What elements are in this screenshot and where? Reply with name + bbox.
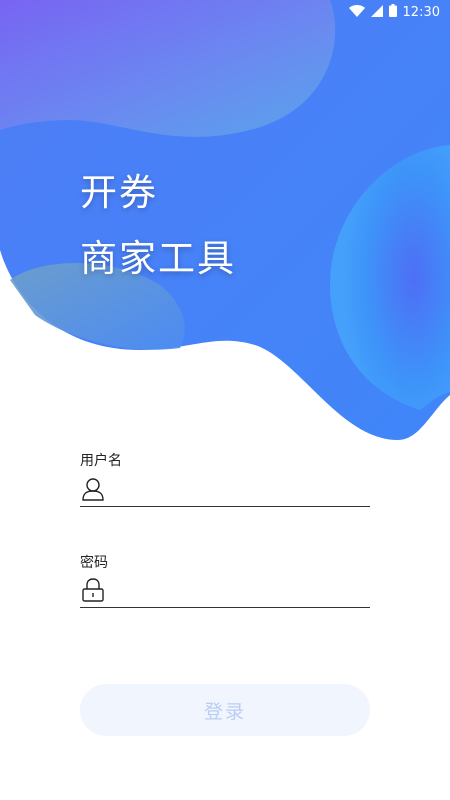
- wifi-icon: [348, 4, 365, 21]
- hero-title-line2: 商家工具: [80, 237, 236, 280]
- status-icons: 12:30: [348, 4, 440, 21]
- signal-icon: [370, 4, 383, 21]
- hero-title-line1: 开券: [80, 171, 158, 214]
- username-input[interactable]: [114, 474, 370, 504]
- lock-icon: [80, 577, 106, 603]
- password-input[interactable]: [114, 575, 370, 605]
- password-label: 密码: [80, 555, 108, 571]
- username-field[interactable]: [80, 472, 370, 507]
- battery-icon: [388, 4, 397, 21]
- password-field[interactable]: [80, 573, 370, 608]
- hero-background: [0, 0, 450, 440]
- username-label: 用户名: [80, 453, 122, 469]
- status-time: 12:30: [402, 5, 440, 20]
- user-icon: [80, 476, 106, 502]
- login-button[interactable]: 登录: [80, 684, 370, 736]
- status-bar: 12:30: [0, 0, 450, 24]
